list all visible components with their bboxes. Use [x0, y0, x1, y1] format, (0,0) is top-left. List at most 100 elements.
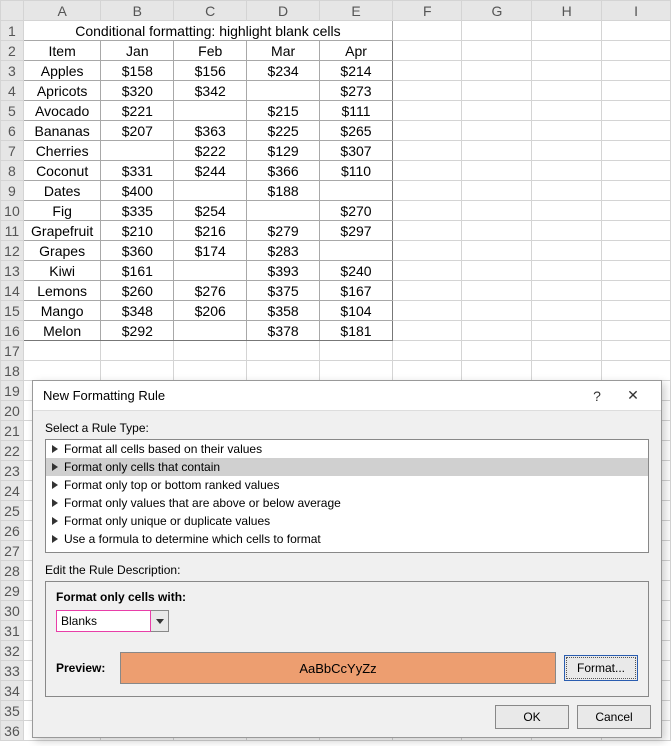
row-header-26[interactable]: 26: [1, 521, 24, 541]
cell[interactable]: [532, 361, 602, 381]
row-header-20[interactable]: 20: [1, 401, 24, 421]
cell[interactable]: [532, 121, 602, 141]
cell-16-B[interactable]: $292: [101, 321, 174, 341]
cell-15-A[interactable]: Mango: [23, 301, 101, 321]
cell-16-D[interactable]: $378: [247, 321, 320, 341]
cell[interactable]: [602, 61, 671, 81]
cell-12-E[interactable]: [320, 241, 393, 261]
help-button[interactable]: ?: [579, 382, 615, 410]
cell[interactable]: [392, 141, 462, 161]
cell-6-D[interactable]: $225: [247, 121, 320, 141]
corner-cell[interactable]: [1, 1, 24, 21]
row-header-25[interactable]: 25: [1, 501, 24, 521]
cell-14-E[interactable]: $167: [320, 281, 393, 301]
col-header-F[interactable]: F: [392, 1, 462, 21]
cell-3-A[interactable]: Apples: [23, 61, 101, 81]
cell[interactable]: [532, 141, 602, 161]
rule-type-option[interactable]: Format all cells based on their values: [46, 440, 648, 458]
cell[interactable]: [392, 361, 462, 381]
row-header-10[interactable]: 10: [1, 201, 24, 221]
row-header-5[interactable]: 5: [1, 101, 24, 121]
cell[interactable]: [392, 81, 462, 101]
cell[interactable]: [462, 221, 532, 241]
cell-10-B[interactable]: $335: [101, 201, 174, 221]
rule-type-option[interactable]: Format only unique or duplicate values: [46, 512, 648, 530]
cell-4-B[interactable]: $320: [101, 81, 174, 101]
cell[interactable]: [602, 101, 671, 121]
cell[interactable]: [392, 21, 462, 41]
cell[interactable]: [532, 81, 602, 101]
cell-6-B[interactable]: $207: [101, 121, 174, 141]
ok-button[interactable]: OK: [495, 705, 569, 729]
rule-type-option[interactable]: Format only values that are above or bel…: [46, 494, 648, 512]
row-header-6[interactable]: 6: [1, 121, 24, 141]
cell[interactable]: [392, 201, 462, 221]
row-header-34[interactable]: 34: [1, 681, 24, 701]
cell[interactable]: [462, 341, 532, 361]
cell[interactable]: [174, 341, 247, 361]
row-header-33[interactable]: 33: [1, 661, 24, 681]
cell-15-B[interactable]: $348: [101, 301, 174, 321]
cell[interactable]: [462, 161, 532, 181]
cell-12-A[interactable]: Grapes: [23, 241, 101, 261]
header-apr[interactable]: Apr: [320, 41, 393, 61]
cell[interactable]: [462, 181, 532, 201]
row-header-8[interactable]: 8: [1, 161, 24, 181]
cell-13-B[interactable]: $161: [101, 261, 174, 281]
cell[interactable]: [392, 181, 462, 201]
cell-5-A[interactable]: Avocado: [23, 101, 101, 121]
cell-4-C[interactable]: $342: [174, 81, 247, 101]
cell-8-C[interactable]: $244: [174, 161, 247, 181]
cell-13-A[interactable]: Kiwi: [23, 261, 101, 281]
cell[interactable]: [462, 201, 532, 221]
col-header-H[interactable]: H: [532, 1, 602, 21]
cell[interactable]: [462, 121, 532, 141]
cell[interactable]: [532, 261, 602, 281]
row-header-36[interactable]: 36: [1, 721, 24, 741]
row-header-2[interactable]: 2: [1, 41, 24, 61]
cell[interactable]: [602, 81, 671, 101]
cell[interactable]: [462, 301, 532, 321]
cell[interactable]: [392, 261, 462, 281]
cell[interactable]: [532, 101, 602, 121]
row-header-3[interactable]: 3: [1, 61, 24, 81]
cell[interactable]: [602, 361, 671, 381]
cell[interactable]: [392, 341, 462, 361]
header-mar[interactable]: Mar: [247, 41, 320, 61]
close-button[interactable]: ✕: [615, 382, 651, 410]
cell-9-E[interactable]: [320, 181, 393, 201]
rule-type-option[interactable]: Format only top or bottom ranked values: [46, 476, 648, 494]
cancel-button[interactable]: Cancel: [577, 705, 651, 729]
cell-10-D[interactable]: [247, 201, 320, 221]
cell-14-B[interactable]: $260: [101, 281, 174, 301]
cell[interactable]: [602, 201, 671, 221]
cell[interactable]: [462, 321, 532, 341]
cell-12-D[interactable]: $283: [247, 241, 320, 261]
cell[interactable]: [462, 21, 532, 41]
rule-type-option[interactable]: Use a formula to determine which cells t…: [46, 530, 648, 548]
cell-3-B[interactable]: $158: [101, 61, 174, 81]
row-header-30[interactable]: 30: [1, 601, 24, 621]
cell-3-C[interactable]: $156: [174, 61, 247, 81]
cell-12-C[interactable]: $174: [174, 241, 247, 261]
cell-15-C[interactable]: $206: [174, 301, 247, 321]
row-header-17[interactable]: 17: [1, 341, 24, 361]
cell-14-C[interactable]: $276: [174, 281, 247, 301]
col-header-G[interactable]: G: [462, 1, 532, 21]
cell-5-B[interactable]: $221: [101, 101, 174, 121]
cell[interactable]: [532, 201, 602, 221]
cell[interactable]: [532, 281, 602, 301]
cell-16-E[interactable]: $181: [320, 321, 393, 341]
row-header-19[interactable]: 19: [1, 381, 24, 401]
cell[interactable]: [392, 241, 462, 261]
row-header-23[interactable]: 23: [1, 461, 24, 481]
cell[interactable]: [602, 41, 671, 61]
header-item[interactable]: Item: [23, 41, 101, 61]
header-feb[interactable]: Feb: [174, 41, 247, 61]
cell-16-A[interactable]: Melon: [23, 321, 101, 341]
row-header-21[interactable]: 21: [1, 421, 24, 441]
cell[interactable]: [532, 221, 602, 241]
cell[interactable]: [602, 161, 671, 181]
cell-4-A[interactable]: Apricots: [23, 81, 101, 101]
cell[interactable]: [462, 61, 532, 81]
